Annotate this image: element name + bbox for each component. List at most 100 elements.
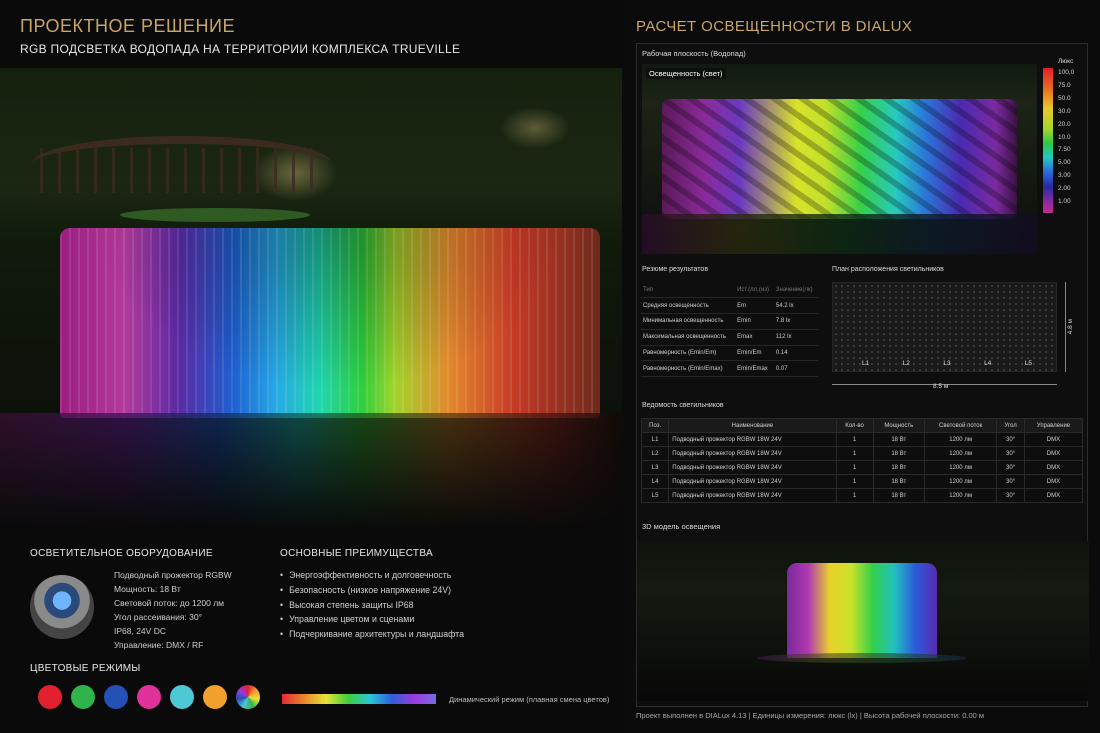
- table-cell: DMX: [1023, 488, 1084, 503]
- table-cell: 1200 лм: [924, 446, 998, 461]
- illuminated-waterfall: [60, 228, 600, 418]
- advantages-heading: ОСНОВНЫЕ ПРЕИМУЩЕСТВА: [280, 548, 433, 559]
- model3d-heading: 3D модель освещения: [642, 522, 721, 531]
- swatch-magenta: [137, 685, 161, 709]
- table-cell: 18 Вт: [872, 432, 926, 447]
- table-cell: 1: [835, 446, 874, 461]
- render-falls: [662, 99, 1017, 219]
- table-cell: 18 Вт: [872, 446, 926, 461]
- table-cell: 1200 лм: [924, 474, 998, 489]
- model-3d-render: [637, 541, 1089, 701]
- table-cell: 112 lx: [773, 329, 818, 346]
- advantage-item: Энергоэффективность и долговечность: [280, 568, 464, 583]
- legend-value: 100,0: [1058, 69, 1075, 76]
- dynamic-mode-label: Динамический режим (плавная смена цветов…: [449, 695, 610, 704]
- plan-label: L5: [1024, 360, 1032, 367]
- table-cell: Максимальная освещенность: [641, 329, 736, 346]
- table-cell: Средняя освещенность: [641, 297, 736, 315]
- table-cell: 1: [835, 474, 874, 489]
- table-cell: L3: [640, 460, 670, 475]
- legend-value: 3.00: [1058, 172, 1071, 180]
- swatch-multicolor: [236, 685, 260, 709]
- table-cell: L4: [640, 474, 670, 489]
- table-row: Тип Ист.(лл.(из) Значение(лк): [641, 282, 818, 299]
- render-3d-floor: [757, 653, 967, 663]
- advantage-item: Безопасность (низкое напряжение 24V): [280, 583, 464, 598]
- color-modes-heading: ЦВЕТОВЫЕ РЕЖИМЫ: [30, 663, 141, 674]
- projector-image: [30, 575, 94, 639]
- spec-line: Угол рассеивания: 30°: [114, 612, 202, 622]
- table-cell: Подводный прожектор RGBW 18W 24V: [668, 488, 837, 503]
- legend-value: 1.00: [1058, 198, 1071, 206]
- advantage-item: Подчеркивание архитектуры и ландшафта: [280, 627, 464, 642]
- swatch-green: [71, 685, 95, 709]
- plan-label: L1: [862, 360, 870, 367]
- swatch-amber: [203, 685, 227, 709]
- legend-values: 100,0 75.0 50.0 30.0 20.0 10.0 7.50 5.00…: [1058, 67, 1074, 209]
- advantages-list: Энергоэффективность и долговечность Безо…: [280, 568, 464, 642]
- table-header-row: Поз. Наименование Кол-во Мощность Светов…: [640, 418, 1084, 433]
- column-header: Кол-во: [835, 418, 874, 433]
- column-header: Угол: [996, 418, 1025, 433]
- lawn: [120, 208, 310, 222]
- render-3d-falls: [787, 563, 937, 658]
- table-cell: 30°: [996, 432, 1025, 447]
- table-cell: 18 Вт: [872, 460, 926, 475]
- height-dimension-line: [1065, 282, 1066, 372]
- table-cell: Подводный прожектор RGBW 18W 24V: [668, 460, 837, 475]
- render-label: Освещенность (свет): [646, 68, 726, 79]
- swatch-red: [38, 685, 62, 709]
- equipment-heading: ОСВЕТИТЕЛЬНОЕ ОБОРУДОВАНИЕ: [30, 548, 213, 559]
- column-header: Световой поток: [924, 418, 998, 433]
- plan-label: L3: [943, 360, 951, 367]
- table-cell: 1200 лм: [924, 432, 998, 447]
- table-row: Равномерность (Emin/Emax) Emin/Emax 0.07: [641, 360, 818, 378]
- workplane-label: Рабочая плоскость (Водопад): [642, 49, 746, 58]
- dialux-panel: Рабочая плоскость (Водопад) Освещенность…: [636, 43, 1089, 707]
- spec-line: Подводный прожектор RGBW: [114, 570, 232, 580]
- render-floor: [642, 214, 1037, 254]
- legend-value: 50.0: [1058, 94, 1071, 102]
- height-dimension-label: 4.8 м: [1067, 319, 1074, 335]
- table-row: L1 Подводный прожектор RGBW 18W 24V 1 18…: [640, 432, 1084, 447]
- right-page: РАСЧЕТ ОСВЕЩЕННОСТИ В DIALUX Рабочая пло…: [622, 0, 1100, 733]
- swatch-blue: [104, 685, 128, 709]
- table-cell: 30°: [996, 460, 1025, 475]
- plan-labels: L1 L2 L3 L4 L5: [862, 360, 1032, 367]
- table-cell: Emin/Emax: [735, 360, 774, 378]
- table-row: L3 Подводный прожектор RGBW 18W 24V 1 18…: [640, 460, 1084, 475]
- footer-note: Проект выполнен в DIALux 4.13 | Единицы …: [636, 711, 985, 720]
- legend-value: 30.0: [1058, 107, 1071, 115]
- table-cell: 30°: [996, 446, 1025, 461]
- table-cell: DMX: [1023, 460, 1084, 475]
- table-cell: Подводный прожектор RGBW 18W 24V: [668, 474, 837, 489]
- table-cell: Минимальная освещенность: [641, 313, 736, 330]
- width-dimension-label: 8.5 м: [933, 383, 949, 390]
- table-row: Минимальная освещенность Emin 7.8 lx: [641, 313, 818, 330]
- luminaire-plan: [832, 282, 1057, 372]
- table-row: Средняя освещенность Em 54.2 lx: [641, 297, 818, 315]
- advantage-item: Управление цветом и сценами: [280, 612, 464, 627]
- plan-heading: План расположения светильников: [832, 266, 944, 273]
- table-cell: 1: [835, 488, 874, 503]
- table-cell: Тип: [641, 282, 736, 299]
- table-cell: 18 Вт: [872, 488, 926, 503]
- spec-line: Управление: DMX / RF: [114, 640, 204, 650]
- column-header: Поз.: [640, 418, 670, 433]
- table-cell: L2: [640, 446, 670, 461]
- table-cell: 18 Вт: [872, 474, 926, 489]
- table-row: L4 Подводный прожектор RGBW 18W 24V 1 18…: [640, 474, 1084, 489]
- table-cell: DMX: [1023, 474, 1084, 489]
- table-cell: 0.14: [773, 345, 818, 362]
- table-cell: 30°: [996, 488, 1025, 503]
- page-title: ПРОЕКТНОЕ РЕШЕНИЕ: [20, 16, 235, 36]
- page-subtitle: RGB ПОДСВЕТКА ВОДОПАДА НА ТЕРРИТОРИИ КОМ…: [20, 42, 461, 56]
- table-row: L2 Подводный прожектор RGBW 18W 24V 1 18…: [640, 446, 1084, 461]
- results-table: Тип Ист.(лл.(из) Значение(лк) Средняя ос…: [641, 282, 818, 378]
- table-row: Равномерность (Emin/Em) Emin/Em 0.14: [641, 345, 818, 362]
- table-cell: 54.2 lx: [773, 297, 818, 315]
- table-cell: 1200 лм: [924, 488, 998, 503]
- advantage-item: Высокая степень защиты IP68: [280, 598, 464, 613]
- dialux-title: РАСЧЕТ ОСВЕЩЕННОСТИ В DIALUX: [636, 18, 913, 35]
- color-swatches: [38, 685, 260, 709]
